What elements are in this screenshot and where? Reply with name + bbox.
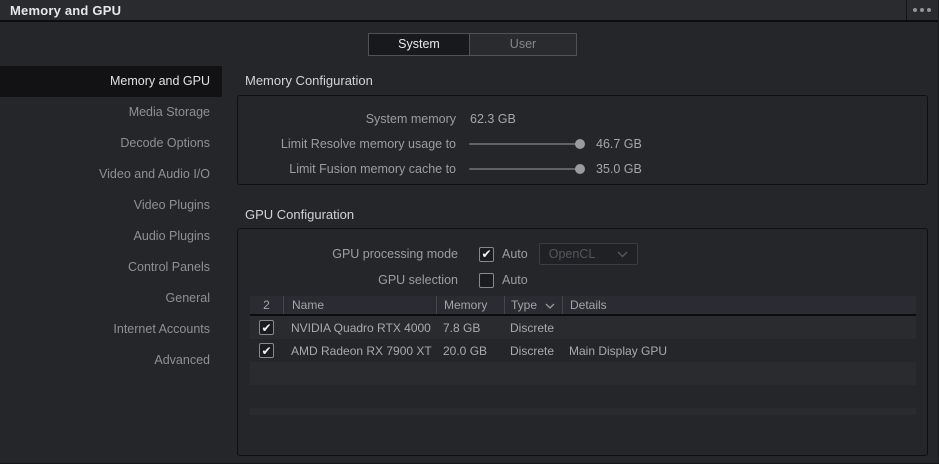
memory-configuration-title: Memory Configuration (245, 73, 373, 88)
gpu-enabled-checkbox[interactable]: ✔ (259, 343, 274, 358)
sidebar-item-memory-and-gpu[interactable]: Memory and GPU (0, 66, 222, 97)
sidebar-item-decode-options[interactable]: Decode Options (0, 128, 222, 159)
slider-thumb[interactable] (575, 139, 585, 149)
gpu-configuration-title: GPU Configuration (245, 207, 355, 222)
gpu-table-header: 2 Name Memory Type Details (250, 296, 916, 316)
gpu-processing-mode-label: GPU processing mode (332, 247, 458, 261)
sidebar-item-general[interactable]: General (0, 283, 222, 314)
sidebar-item-advanced[interactable]: Advanced (0, 345, 222, 376)
check-icon: ✔ (261, 343, 272, 358)
sidebar-item-video-audio-io[interactable]: Video and Audio I/O (0, 159, 222, 190)
limit-resolve-memory-value: 46.7 GB (596, 137, 642, 151)
limit-resolve-memory-label: Limit Resolve memory usage to (280, 137, 456, 151)
check-icon: ✔ (261, 320, 272, 335)
gpu-selection-auto-label: Auto (502, 273, 528, 287)
slider-thumb[interactable] (575, 164, 585, 174)
check-icon: ✔ (481, 247, 492, 261)
gpu-processing-auto-checkbox[interactable]: ✔ (479, 246, 494, 262)
sidebar: Memory and GPU Media Storage Decode Opti… (0, 66, 222, 376)
gpu-processing-auto-label: Auto (502, 247, 528, 261)
chevron-down-icon (545, 296, 555, 314)
gpu-selection-label: GPU selection (378, 273, 458, 287)
preferences-window: Memory and GPU System User Memory and GP… (0, 0, 939, 464)
gpu-type: Discrete (510, 343, 555, 358)
gpu-name: AMD Radeon RX 7900 XT (291, 343, 432, 358)
limit-fusion-cache-value: 35.0 GB (596, 162, 642, 176)
memory-configuration-panel: System memory 62.3 GB Limit Resolve memo… (237, 95, 928, 185)
empty-table-stripe (250, 385, 916, 408)
column-header-type[interactable]: Type (504, 296, 562, 314)
empty-table-stripe (250, 408, 916, 415)
column-header-name[interactable]: Name (283, 296, 436, 314)
limit-fusion-cache-slider[interactable] (469, 162, 585, 176)
sidebar-item-media-storage[interactable]: Media Storage (0, 97, 222, 128)
empty-table-stripe (250, 362, 916, 385)
gpu-memory: 20.0 GB (443, 343, 488, 358)
tab-group: System User (368, 33, 577, 56)
tab-system[interactable]: System (368, 33, 470, 56)
tab-user[interactable]: User (470, 33, 577, 56)
gpu-name: NVIDIA Quadro RTX 4000 (291, 320, 431, 335)
titlebar: Memory and GPU (0, 0, 938, 22)
gpu-table-row[interactable]: ✔ NVIDIA Quadro RTX 4000 7.8 GB Discrete (250, 316, 916, 339)
gpu-selection-auto-checkbox[interactable]: ✔ (479, 272, 494, 288)
chevron-down-icon (617, 245, 628, 263)
gpu-table: 2 Name Memory Type Details ✔ NVIDIA Quad… (250, 296, 916, 415)
window-title: Memory and GPU (10, 3, 122, 18)
titlebar-divider (906, 0, 907, 20)
system-memory-value: 62.3 GB (470, 112, 516, 126)
limit-fusion-cache-label: Limit Fusion memory cache to (289, 162, 456, 176)
gpu-type: Discrete (510, 320, 555, 335)
gpu-processing-mode-value: OpenCL (548, 247, 596, 261)
limit-resolve-memory-slider[interactable] (469, 137, 585, 151)
gpu-configuration-panel: GPU processing mode ✔ Auto OpenCL GPU se… (237, 228, 928, 456)
gpu-details: Main Display GPU (569, 343, 668, 358)
gpu-memory: 7.8 GB (443, 320, 481, 335)
gpu-count-header: 2 (263, 298, 270, 312)
gpu-processing-mode-dropdown[interactable]: OpenCL (538, 243, 638, 265)
gpu-table-row[interactable]: ✔ AMD Radeon RX 7900 XT 20.0 GB Discrete… (250, 339, 916, 362)
sidebar-item-audio-plugins[interactable]: Audio Plugins (0, 221, 222, 252)
column-header-details[interactable]: Details (562, 296, 916, 314)
column-header-memory[interactable]: Memory (436, 296, 504, 314)
ellipsis-menu-icon[interactable] (908, 0, 935, 20)
sidebar-item-control-panels[interactable]: Control Panels (0, 252, 222, 283)
system-memory-label: System memory (365, 112, 456, 126)
gpu-enabled-checkbox[interactable]: ✔ (259, 320, 274, 335)
sidebar-item-internet-accounts[interactable]: Internet Accounts (0, 314, 222, 345)
sidebar-item-video-plugins[interactable]: Video Plugins (0, 190, 222, 221)
